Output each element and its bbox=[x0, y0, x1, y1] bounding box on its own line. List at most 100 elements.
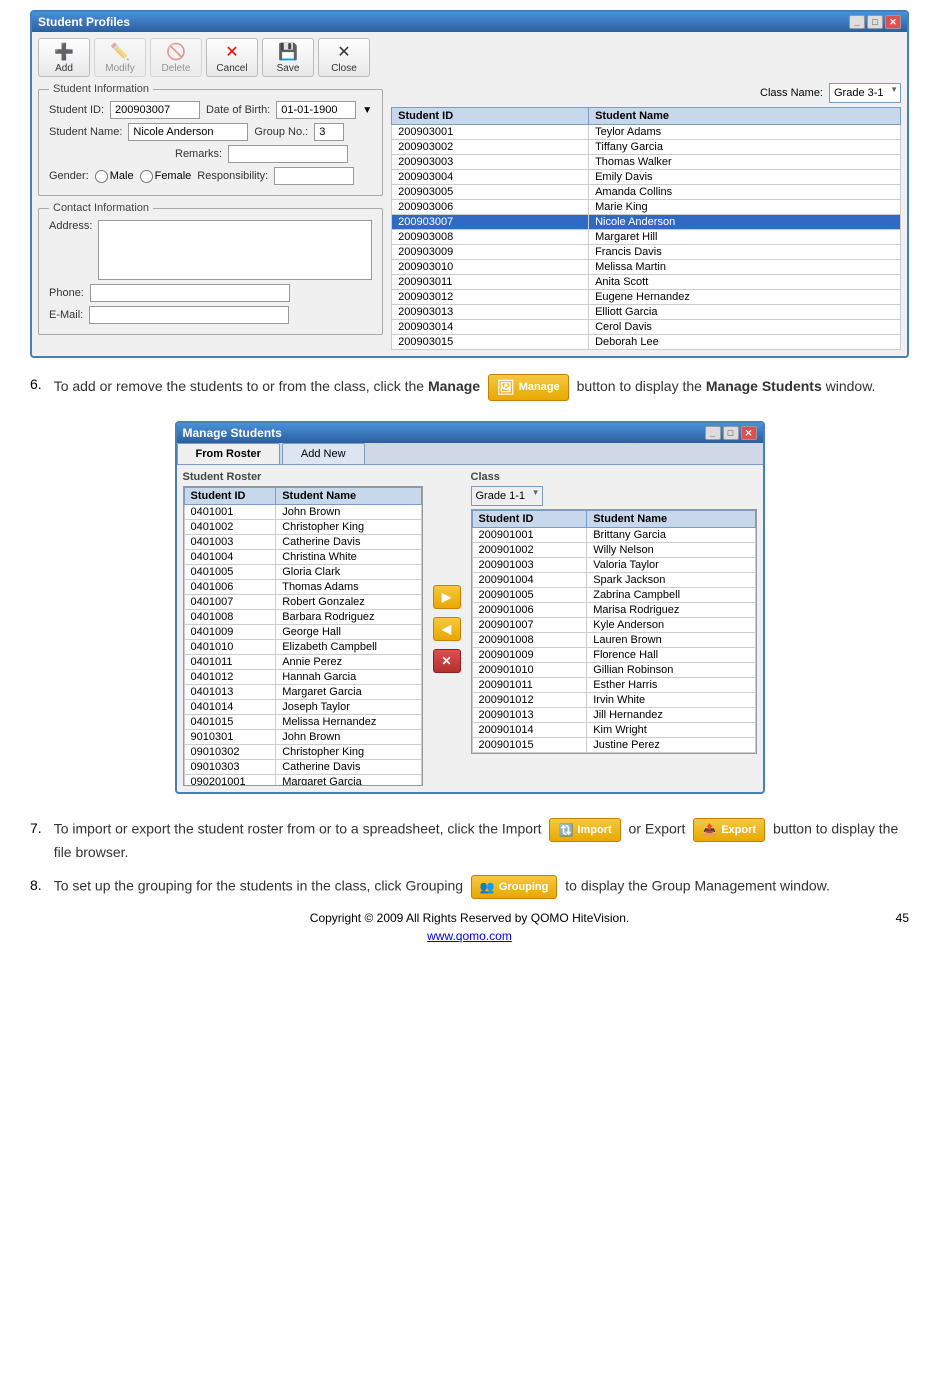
save-icon: 💾 bbox=[276, 41, 300, 63]
table-row[interactable]: 200901003Valoria Taylor bbox=[472, 558, 755, 573]
class-name-select[interactable]: Grade 3-1 bbox=[829, 83, 901, 103]
group-input[interactable] bbox=[314, 123, 344, 141]
roster-name-cell: Joseph Taylor bbox=[276, 700, 421, 715]
window-body: ➕ Add ✏️ Modify 🚫 Delete ✕ Cancel 💾 Save… bbox=[32, 32, 907, 356]
table-row[interactable]: 200901006Marisa Rodriguez bbox=[472, 603, 755, 618]
table-row[interactable]: 200901015Justine Perez bbox=[472, 738, 755, 753]
roster-name-cell: Robert Gonzalez bbox=[276, 595, 421, 610]
table-row[interactable]: 200903010Melissa Martin bbox=[392, 260, 901, 275]
table-row[interactable]: 200901010Gillian Robinson bbox=[472, 663, 755, 678]
gender-female-label[interactable]: Female bbox=[140, 170, 192, 183]
table-row[interactable]: 200901002Willy Nelson bbox=[472, 543, 755, 558]
modify-button[interactable]: ✏️ Modify bbox=[94, 38, 146, 77]
table-row[interactable]: 200903009Francis Davis bbox=[392, 245, 901, 260]
table-row[interactable]: 09010303Catherine Davis bbox=[184, 760, 421, 775]
table-row[interactable]: 0401005Gloria Clark bbox=[184, 565, 421, 580]
remove-all-btn[interactable]: ✕ bbox=[433, 649, 461, 673]
table-row[interactable]: 0401012Hannah Garcia bbox=[184, 670, 421, 685]
export-inline-button[interactable]: 📤 Export bbox=[693, 818, 765, 842]
table-row[interactable]: 200901005Zabrina Campbell bbox=[472, 588, 755, 603]
manage-minimize-btn[interactable]: _ bbox=[705, 426, 721, 440]
table-row[interactable]: 200903007Nicole Anderson bbox=[392, 215, 901, 230]
table-row[interactable]: 200903013Elliott Garcia bbox=[392, 305, 901, 320]
student-id-input[interactable] bbox=[110, 101, 200, 119]
table-row[interactable]: 200903012Eugene Hernandez bbox=[392, 290, 901, 305]
table-row[interactable]: 200901011Esther Harris bbox=[472, 678, 755, 693]
import-inline-button[interactable]: 🔃 Import bbox=[549, 818, 620, 842]
responsibility-input[interactable] bbox=[274, 167, 354, 185]
table-row[interactable]: 090201001Margaret Garcia bbox=[184, 775, 421, 787]
gender-male-label[interactable]: Male bbox=[95, 170, 134, 183]
remarks-input[interactable] bbox=[228, 145, 348, 163]
manage-class-select[interactable]: Grade 1-1 bbox=[471, 486, 543, 506]
table-row[interactable]: 0401010Elizabeth Campbell bbox=[184, 640, 421, 655]
table-row[interactable]: 200901012Irvin White bbox=[472, 693, 755, 708]
table-row[interactable]: 200901014Kim Wright bbox=[472, 723, 755, 738]
table-row[interactable]: 0401001John Brown bbox=[184, 505, 421, 520]
table-row[interactable]: 200901001Brittany Garcia bbox=[472, 528, 755, 543]
class-name-cell: Florence Hall bbox=[587, 648, 755, 663]
dob-input[interactable] bbox=[276, 101, 356, 119]
website-link[interactable]: www.qomo.com bbox=[427, 929, 512, 943]
table-row[interactable]: 200901009Florence Hall bbox=[472, 648, 755, 663]
manage-close-btn[interactable]: ✕ bbox=[741, 426, 757, 440]
email-input[interactable] bbox=[89, 306, 289, 324]
table-row[interactable]: 200903004Emily Davis bbox=[392, 170, 901, 185]
table-row[interactable]: 0401015Melissa Hernandez bbox=[184, 715, 421, 730]
table-row[interactable]: 200903008Margaret Hill bbox=[392, 230, 901, 245]
table-row[interactable]: 09010302Christopher King bbox=[184, 745, 421, 760]
table-row[interactable]: 200903005Amanda Collins bbox=[392, 185, 901, 200]
roster-table-scroll[interactable]: Student ID Student Name 0401001John Brow… bbox=[183, 486, 423, 786]
table-row[interactable]: 0401003Catherine Davis bbox=[184, 535, 421, 550]
class-table-scroll[interactable]: Student ID Student Name 200901001Brittan… bbox=[471, 509, 757, 754]
table-row[interactable]: 0401013Margaret Garcia bbox=[184, 685, 421, 700]
profiles-left: Student Information Student ID: Date of … bbox=[38, 83, 383, 350]
delete-button[interactable]: 🚫 Delete bbox=[150, 38, 202, 77]
table-row[interactable]: 0401011Annie Perez bbox=[184, 655, 421, 670]
manage-maximize-btn[interactable]: □ bbox=[723, 426, 739, 440]
table-row[interactable]: 200903015Deborah Lee bbox=[392, 335, 901, 350]
add-to-class-btn[interactable]: ▶ bbox=[433, 585, 461, 609]
close-button[interactable]: ✕ Close bbox=[318, 38, 370, 77]
table-row[interactable]: 200903006Marie King bbox=[392, 200, 901, 215]
manage-title: Manage Students bbox=[183, 426, 282, 440]
dob-dropdown-btn[interactable]: ▼ bbox=[362, 105, 372, 116]
table-row[interactable]: 9010301John Brown bbox=[184, 730, 421, 745]
table-row[interactable]: 0401009George Hall bbox=[184, 625, 421, 640]
table-row[interactable]: 200903011Anita Scott bbox=[392, 275, 901, 290]
table-row[interactable]: 200903003Thomas Walker bbox=[392, 155, 901, 170]
save-button[interactable]: 💾 Save bbox=[262, 38, 314, 77]
phone-input[interactable] bbox=[90, 284, 290, 302]
table-row[interactable]: 0401002Christopher King bbox=[184, 520, 421, 535]
gender-male-radio[interactable] bbox=[95, 170, 108, 183]
responsibility-label: Responsibility: bbox=[197, 170, 268, 182]
tab-add-new[interactable]: Add New bbox=[282, 443, 365, 464]
roster-name-cell: Margaret Garcia bbox=[276, 775, 421, 787]
maximize-btn[interactable]: □ bbox=[867, 15, 883, 29]
table-row[interactable]: 200901008Lauren Brown bbox=[472, 633, 755, 648]
close-btn-x[interactable]: ✕ bbox=[885, 15, 901, 29]
class-name-select-wrapper: Grade 3-1 bbox=[829, 83, 901, 103]
address-input[interactable] bbox=[98, 220, 372, 280]
table-row[interactable]: 0401014Joseph Taylor bbox=[184, 700, 421, 715]
table-row[interactable]: 200903002Tiffany Garcia bbox=[392, 140, 901, 155]
table-row[interactable]: 200903001Teylor Adams bbox=[392, 125, 901, 140]
add-button[interactable]: ➕ Add bbox=[38, 38, 90, 77]
student-name-input[interactable] bbox=[128, 123, 248, 141]
table-row[interactable]: 200903014Cerol Davis bbox=[392, 320, 901, 335]
table-row[interactable]: 200901007Kyle Anderson bbox=[472, 618, 755, 633]
grouping-inline-button[interactable]: 👥 Grouping bbox=[471, 875, 557, 899]
gender-female-radio[interactable] bbox=[140, 170, 153, 183]
table-row[interactable]: 0401007Robert Gonzalez bbox=[184, 595, 421, 610]
table-row[interactable]: 0401008Barbara Rodriguez bbox=[184, 610, 421, 625]
cancel-button[interactable]: ✕ Cancel bbox=[206, 38, 258, 77]
table-row[interactable]: 200901004Spark Jackson bbox=[472, 573, 755, 588]
manage-inline-button[interactable]: 🖼 Manage bbox=[488, 374, 569, 401]
minimize-btn[interactable]: _ bbox=[849, 15, 865, 29]
remove-from-class-btn[interactable]: ◀ bbox=[433, 617, 461, 641]
student-name-cell: Anita Scott bbox=[589, 275, 901, 290]
table-row[interactable]: 200901013Jill Hernandez bbox=[472, 708, 755, 723]
tab-from-roster[interactable]: From Roster bbox=[177, 443, 280, 464]
table-row[interactable]: 0401004Christina White bbox=[184, 550, 421, 565]
table-row[interactable]: 0401006Thomas Adams bbox=[184, 580, 421, 595]
